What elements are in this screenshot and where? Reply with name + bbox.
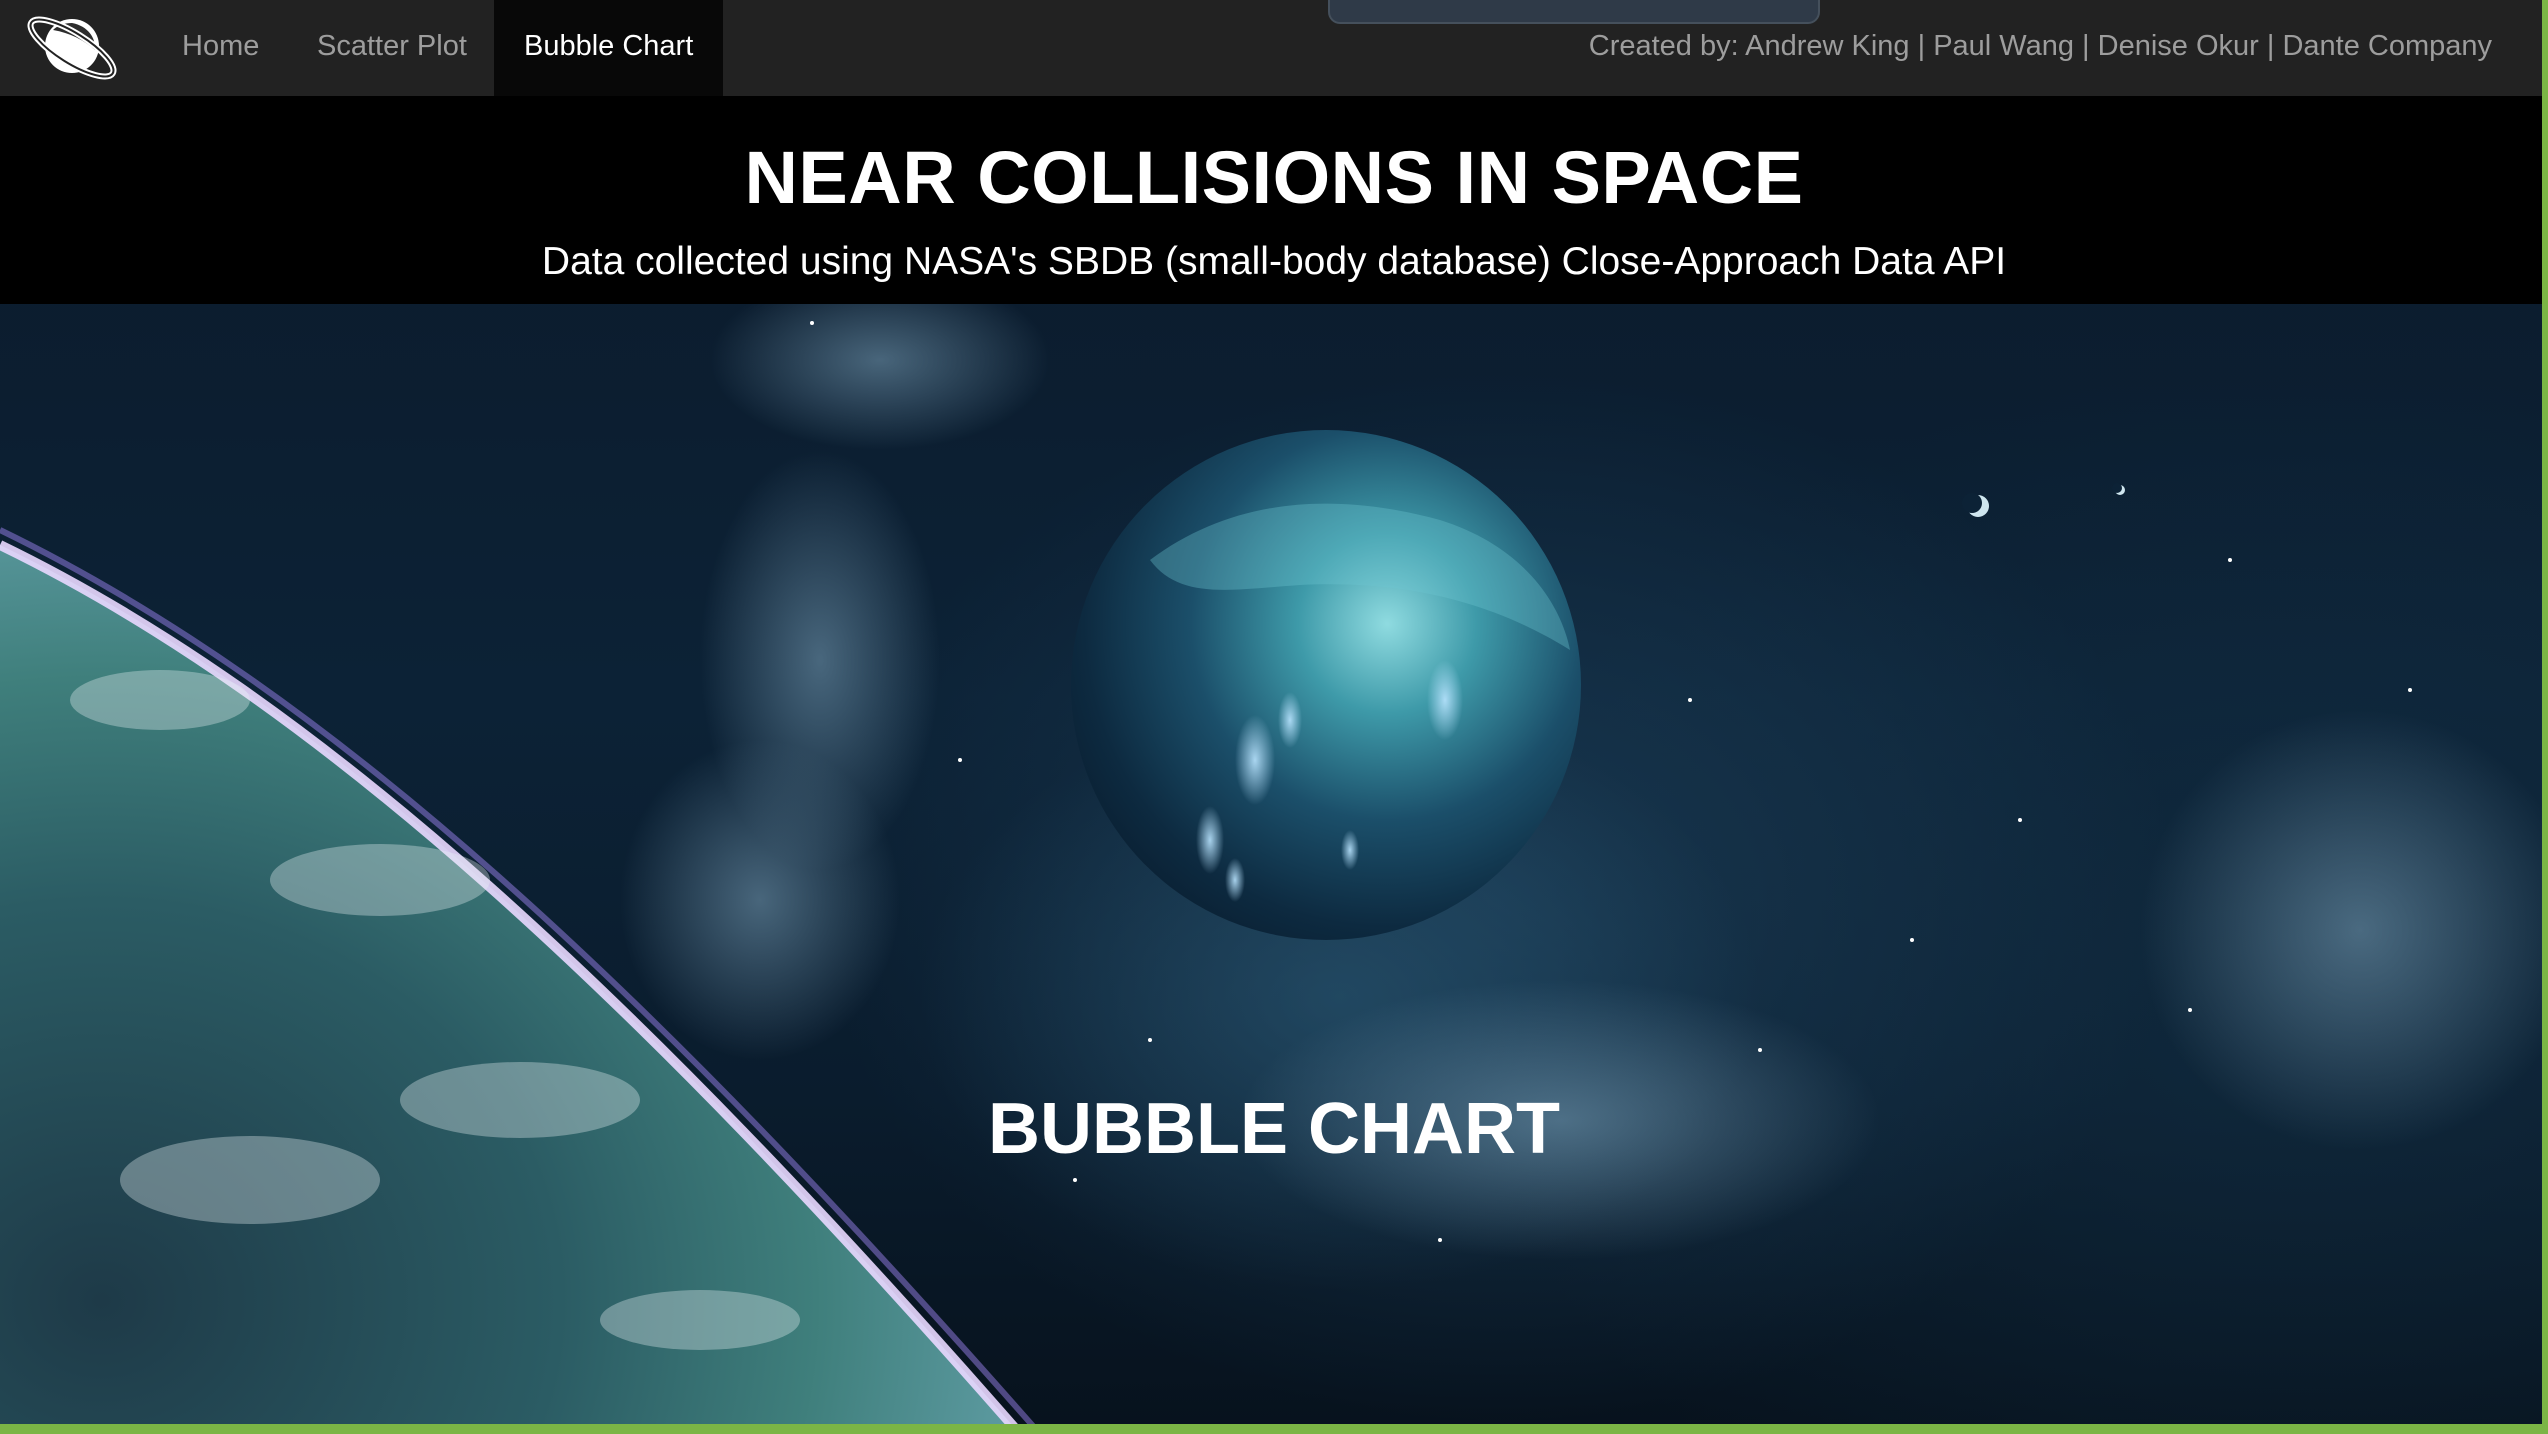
section-heading: BUBBLE CHART — [988, 1089, 1560, 1169]
planet-ringed-icon — [27, 16, 117, 80]
page-title: NEAR COLLISIONS IN SPACE — [744, 136, 1804, 219]
window-edge-right — [2542, 0, 2548, 1434]
brand-logo[interactable] — [22, 0, 122, 96]
page-subtitle: Data collected using NASA's SBDB (small-… — [541, 240, 2007, 283]
nav-scatter-plot-link[interactable]: Scatter Plot — [317, 0, 467, 96]
top-navbar: Home Scatter Plot Bubble Chart Created b… — [0, 0, 2548, 96]
overlay-tab — [1328, 0, 1820, 24]
nav-home-link[interactable]: Home — [182, 0, 259, 96]
nav-bubble-chart-link[interactable]: Bubble Chart — [494, 0, 724, 96]
page: Home Scatter Plot Bubble Chart Created b… — [0, 0, 2548, 1434]
window-edge-bottom — [0, 1424, 2548, 1434]
